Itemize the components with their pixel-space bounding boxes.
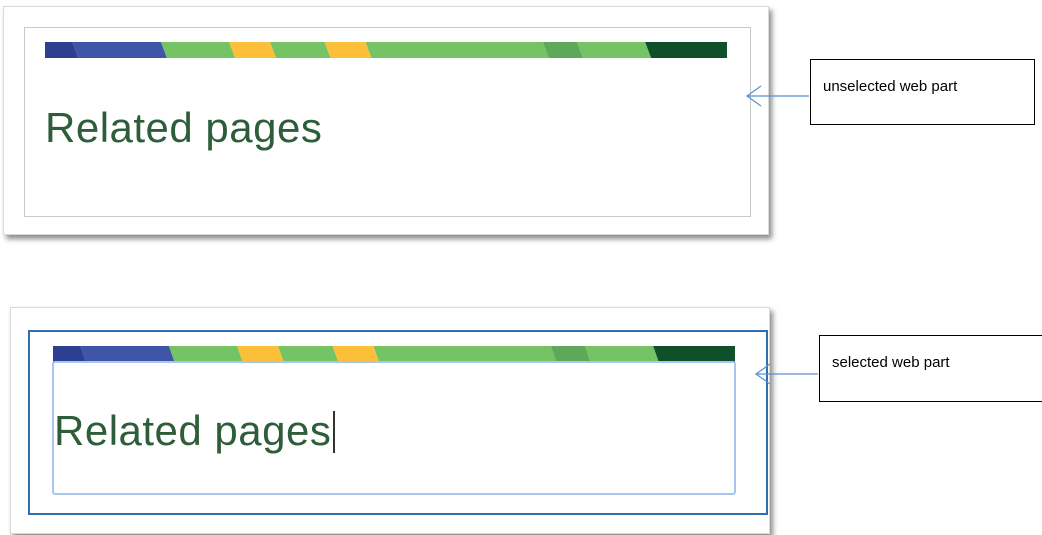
web-part-title[interactable]: Related pages bbox=[45, 104, 322, 152]
annotated-screenshot: Related pages unselected web part Relate… bbox=[0, 0, 1042, 535]
stripe-segment bbox=[229, 42, 277, 58]
stripe-segment bbox=[270, 42, 331, 58]
stripe-segment bbox=[542, 42, 583, 58]
selected-web-part[interactable]: Related pages bbox=[28, 330, 768, 515]
stripe-segment bbox=[160, 42, 236, 58]
stripe-segment bbox=[576, 42, 652, 58]
text-caret bbox=[333, 411, 336, 453]
unselected-screenshot-frame: Related pages bbox=[3, 6, 769, 235]
stripe-segment bbox=[324, 42, 372, 58]
selected-screenshot-frame: Related pages bbox=[10, 307, 770, 534]
callout-selected-label: selected web part bbox=[832, 354, 950, 371]
web-part-title-editable[interactable]: Related pages bbox=[54, 407, 336, 455]
unselected-web-part[interactable]: Related pages bbox=[24, 27, 751, 217]
callout-selected: selected web part bbox=[819, 335, 1042, 402]
callout-unselected: unselected web part bbox=[810, 59, 1035, 125]
stripe-segment bbox=[645, 42, 727, 58]
web-part-title-text: Related pages bbox=[54, 407, 332, 454]
title-edit-box[interactable]: Related pages bbox=[52, 361, 736, 495]
color-stripe-banner bbox=[45, 42, 727, 58]
stripe-segment bbox=[365, 42, 549, 58]
stripe-segment bbox=[72, 42, 167, 58]
callout-unselected-label: unselected web part bbox=[823, 78, 958, 95]
arrow-left-icon bbox=[745, 85, 809, 107]
arrow-left-icon bbox=[754, 363, 818, 385]
